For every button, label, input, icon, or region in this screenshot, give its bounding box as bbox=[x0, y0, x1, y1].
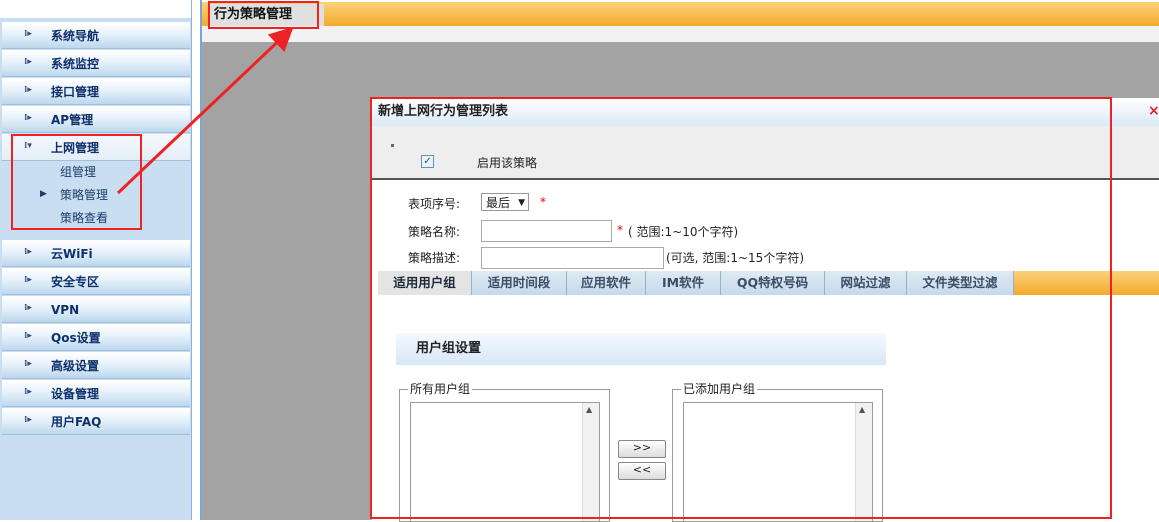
annotation-arrow bbox=[116, 26, 294, 195]
